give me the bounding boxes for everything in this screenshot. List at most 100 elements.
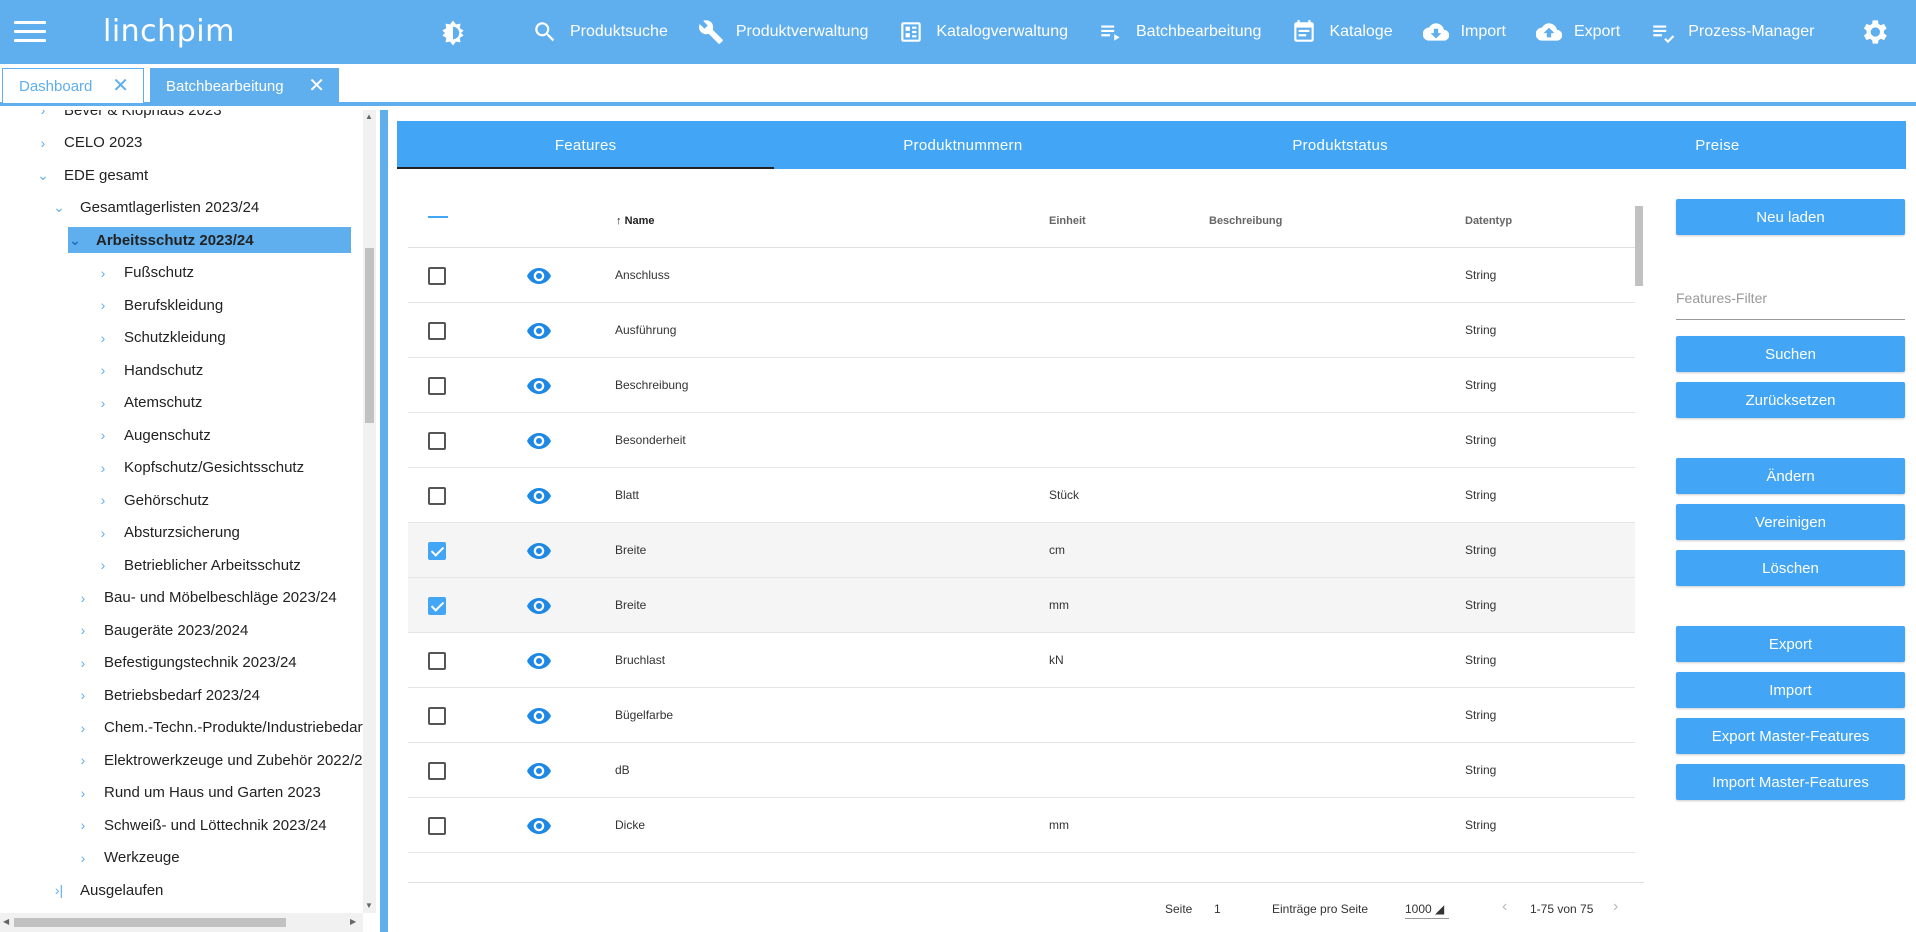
tree-node[interactable]: › Befestigungstechnik 2023/24 [76,650,297,676]
chevron-icon[interactable]: ⌄ [68,232,82,249]
chevron-icon[interactable]: ⌄ [36,167,50,184]
chevron-icon[interactable]: › [96,525,110,541]
nav-import[interactable]: Import [1422,19,1506,45]
chevron-icon[interactable]: › [76,785,90,801]
tab-batchbearbeitung[interactable]: Batchbearbeitung ✕ [150,68,339,104]
tree-horizontal-scrollbar[interactable]: ◀ ▶ [0,913,363,932]
row-checkbox[interactable] [428,377,446,395]
row-checkbox[interactable] [428,817,446,835]
export-master-features-button[interactable]: Export Master-Features [1676,718,1905,754]
tab-dashboard[interactable]: Dashboard ✕ [2,68,144,104]
content-tab-preise[interactable]: Preise [1529,121,1906,169]
panel-splitter[interactable] [380,110,388,932]
menu-icon[interactable] [14,17,46,45]
change-button[interactable]: Ändern [1676,458,1905,494]
chevron-icon[interactable]: › [96,297,110,313]
tree-node[interactable]: ›| Ausgelaufen [52,877,164,903]
row-checkbox[interactable] [428,762,446,780]
eye-icon[interactable] [527,708,551,724]
merge-button[interactable]: Vereinigen [1676,504,1905,540]
chevron-icon[interactable]: › [96,427,110,443]
tree-node[interactable]: › Betriebsbedarf 2023/24 [76,682,260,708]
chevron-icon[interactable]: › [76,720,90,736]
row-checkbox[interactable] [428,267,446,285]
row-checkbox[interactable] [428,542,446,560]
nav-export[interactable]: Export [1535,19,1620,45]
reload-button[interactable]: Neu laden [1676,199,1905,235]
table-row[interactable]: Bügelfarbe String [408,688,1635,743]
chevron-icon[interactable]: › [96,330,110,346]
tree-node[interactable]: › Absturzsicherung [96,520,240,546]
tree-node[interactable]: › Betrieblicher Arbeitsschutz [96,552,301,578]
table-row[interactable]: Breite cm String [408,523,1635,578]
chevron-icon[interactable]: › [96,265,110,281]
nav-katalogverwaltung[interactable]: Katalogverwaltung [898,19,1068,45]
eye-icon[interactable] [527,543,551,559]
nav-batchbearbeitung[interactable]: Batchbearbeitung [1098,19,1261,45]
tree-node[interactable]: › Handschutz [96,357,204,383]
nav-kataloge[interactable]: Kataloge [1291,19,1393,45]
per-page-select[interactable]: 1000 ◢ [1405,902,1449,919]
close-icon[interactable]: ✕ [308,76,325,96]
tree-node[interactable]: › Bever & Klophaus 2023 [36,110,222,123]
chevron-icon[interactable]: ⌄ [52,199,66,216]
chevron-icon[interactable]: › [76,655,90,671]
next-page-icon[interactable]: › [1613,898,1618,916]
scroll-right-icon[interactable]: ▶ [350,917,356,926]
tree-node[interactable]: › Elektrowerkzeuge und Zubehör 2022/23 [76,747,363,773]
chevron-icon[interactable]: › [96,492,110,508]
row-checkbox[interactable] [428,487,446,505]
nav-prozess-manager[interactable]: Prozess-Manager [1650,19,1814,45]
features-filter-input[interactable] [1676,282,1905,306]
nav-produktverwaltung[interactable]: Produktverwaltung [698,19,868,45]
tree-node[interactable]: › Schutzkleidung [96,325,226,351]
row-checkbox[interactable] [428,322,446,340]
row-checkbox[interactable] [428,707,446,725]
table-row[interactable]: Besonderheit String [408,413,1635,468]
chevron-icon[interactable]: › [76,850,90,866]
row-checkbox[interactable] [428,597,446,615]
content-tab-produktstatus[interactable]: Produktstatus [1152,121,1529,169]
chevron-icon[interactable]: › [36,135,50,151]
table-row[interactable]: Beschreibung String [408,358,1635,413]
tree-node[interactable]: › Berufskleidung [96,292,224,318]
chevron-icon[interactable]: › [96,557,110,573]
scrollbar-thumb[interactable] [365,248,374,423]
chevron-icon[interactable]: › [76,622,90,638]
tree-node[interactable]: › Atemschutz [96,390,203,416]
table-row[interactable]: Blatt Stück String [408,468,1635,523]
tree-node[interactable]: › Fußschutz [96,260,194,286]
tree-node[interactable]: › Bau- und Möbelbeschläge 2023/24 [76,585,337,611]
table-row[interactable]: dB String [408,743,1635,798]
chevron-icon[interactable]: › [76,817,90,833]
reset-button[interactable]: Zurücksetzen [1676,382,1905,418]
eye-icon[interactable] [527,268,551,284]
eye-icon[interactable] [527,488,551,504]
tree-node[interactable]: › Baugeräte 2023/2024 [76,617,249,643]
scrollbar-thumb[interactable] [1635,206,1643,286]
chevron-icon[interactable]: › [76,687,90,703]
tree-node[interactable]: ⌄ EDE gesamt [36,162,148,188]
eye-icon[interactable] [527,763,551,779]
table-row[interactable]: Anschluss String [408,248,1635,303]
prev-page-icon[interactable]: ‹ [1502,898,1507,916]
tree-node[interactable]: › Schweiß- und Löttechnik 2023/24 [76,812,327,838]
chevron-icon[interactable]: › [96,362,110,378]
header-description[interactable]: Beschreibung [1209,215,1282,227]
eye-icon[interactable] [527,323,551,339]
import-master-features-button[interactable]: Import Master-Features [1676,764,1905,800]
scroll-down-icon[interactable]: ▼ [365,901,373,910]
eye-icon[interactable] [527,433,551,449]
select-all-indeterminate[interactable] [428,216,448,218]
delete-button[interactable]: Löschen [1676,550,1905,586]
tree-node[interactable]: › Kopfschutz/Gesichtsschutz [96,455,304,481]
export-button[interactable]: Export [1676,626,1905,662]
tree-node[interactable]: › CELO 2023 [36,130,143,156]
eye-icon[interactable] [527,653,551,669]
chevron-icon[interactable]: › [96,460,110,476]
content-tab-produktnummern[interactable]: Produktnummern [774,121,1151,169]
row-checkbox[interactable] [428,432,446,450]
nav-produktsuche[interactable]: Produktsuche [532,19,668,45]
table-row[interactable]: Dicke mm String [408,798,1635,853]
chevron-icon[interactable]: › [76,590,90,606]
